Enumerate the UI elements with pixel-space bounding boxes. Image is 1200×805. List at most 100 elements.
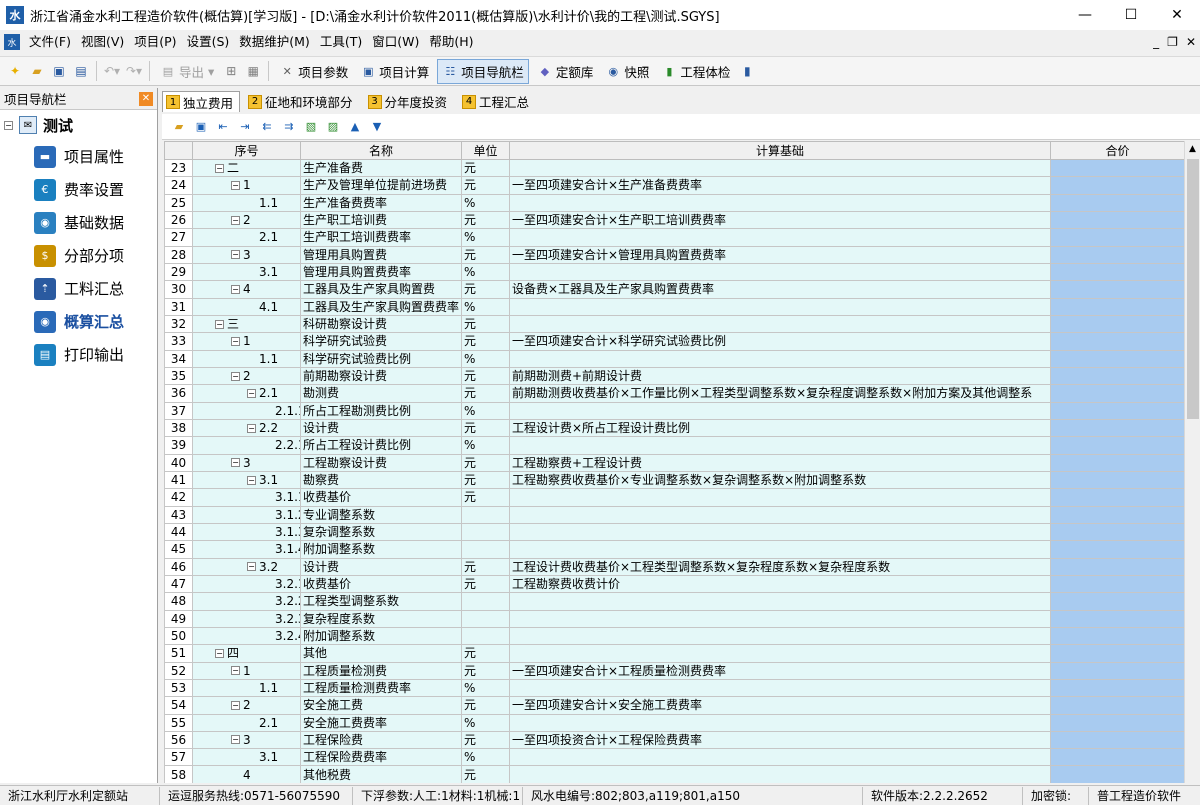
mdi-restore-icon[interactable]: ❐ [1167, 30, 1178, 54]
name-cell[interactable]: 工程保险费费率 [300, 748, 462, 767]
name-cell[interactable]: 生产准备费 [300, 158, 462, 178]
row-number[interactable]: 24 [164, 176, 193, 195]
name-cell[interactable]: 复杂调整系数 [300, 522, 462, 542]
name-cell[interactable]: 科学研究试验费比例 [300, 349, 462, 368]
total-cell[interactable] [1050, 280, 1184, 299]
formula-cell[interactable] [509, 262, 1051, 282]
name-cell[interactable]: 工程类型调整系数 [300, 592, 462, 611]
row-number[interactable]: 29 [164, 262, 193, 282]
table-row[interactable]: 50 3.2.4附加调整系数 [164, 626, 1184, 646]
row-number[interactable]: 45 [164, 540, 193, 559]
collapse-icon[interactable]: − [231, 250, 240, 260]
row-number[interactable]: 28 [164, 245, 193, 264]
total-cell[interactable] [1050, 574, 1184, 594]
collapse-icon[interactable]: − [247, 388, 256, 398]
nav-item[interactable]: ◉ 基础数据 [0, 206, 157, 239]
menu-item[interactable]: 项目(P) [129, 30, 181, 54]
open-icon[interactable]: ▰ [28, 62, 46, 80]
name-cell[interactable]: 其他 [300, 644, 462, 663]
unit-cell[interactable]: 元 [461, 176, 510, 195]
seq-cell[interactable]: −4 [192, 280, 301, 299]
total-cell[interactable] [1050, 349, 1184, 368]
unit-cell[interactable]: % [461, 748, 510, 767]
table-row[interactable]: 57 3.1 工程保险费费率% [164, 748, 1184, 767]
unit-cell[interactable]: 元 [461, 158, 510, 178]
table-row[interactable]: 26−2 生产职工培训费元一至四项建安合计×生产职工培训费费率 [164, 210, 1184, 230]
menu-item[interactable]: 设置(S) [182, 30, 235, 54]
table-row[interactable]: 42 3.1.1收费基价元 [164, 488, 1184, 507]
formula-cell[interactable] [509, 314, 1051, 334]
row-number[interactable]: 49 [164, 609, 193, 628]
row-number[interactable]: 35 [164, 366, 193, 386]
seq-cell[interactable]: 3.1.3 [192, 522, 301, 542]
table-row[interactable]: 56−3 工程保险费元一至四项投资合计×工程保险费费率 [164, 730, 1184, 750]
formula-cell[interactable] [509, 644, 1051, 663]
name-cell[interactable]: 生产职工培训费 [300, 210, 462, 230]
row-number[interactable]: 51 [164, 644, 193, 663]
unit-cell[interactable] [461, 505, 510, 524]
name-cell[interactable]: 所占工程勘测费比例 [300, 401, 462, 420]
formula-cell[interactable] [509, 158, 1051, 178]
name-cell[interactable]: 其他税费 [300, 765, 462, 783]
formula-cell[interactable]: 工程勘察费收费基价×专业调整系数×复杂调整系数×附加调整系数 [509, 470, 1051, 490]
tab[interactable]: 3 分年度投资 [364, 91, 455, 112]
indent-icon[interactable]: ⇉ [280, 119, 298, 135]
tab[interactable]: 1 独立费用 [162, 91, 241, 112]
tree-root[interactable]: − ✉ 测试 [0, 110, 157, 140]
unit-cell[interactable]: % [461, 297, 510, 316]
formula-cell[interactable] [509, 713, 1051, 732]
table-row[interactable]: 52−1 工程质量检测费元一至四项建安合计×工程质量检测费费率 [164, 661, 1184, 680]
row-number[interactable]: 39 [164, 436, 193, 455]
unit-cell[interactable]: 元 [461, 384, 510, 403]
table-row[interactable]: 48 3.2.2工程类型调整系数 [164, 592, 1184, 611]
seq-cell[interactable]: 1.1 [192, 349, 301, 368]
export-button[interactable]: ▤ 导出 ▾ [156, 60, 218, 83]
formula-cell[interactable] [509, 609, 1051, 628]
row-number[interactable]: 23 [164, 158, 193, 178]
close-icon[interactable]: ✕ [139, 91, 153, 106]
collapse-icon[interactable]: − [231, 735, 240, 745]
unit-cell[interactable]: 元 [461, 280, 510, 299]
table-row[interactable]: 55 2.1 安全施工费费率% [164, 713, 1184, 732]
table-row[interactable]: 38−2.2 设计费元工程设计费×所占工程设计费比例 [164, 418, 1184, 438]
unit-cell[interactable]: 元 [461, 557, 510, 576]
header-formula[interactable]: 计算基础 [509, 141, 1051, 160]
row-number[interactable]: 32 [164, 314, 193, 334]
total-cell[interactable] [1050, 297, 1184, 316]
table-row[interactable]: 49 3.2.3复杂程度系数 [164, 609, 1184, 628]
unit-cell[interactable]: 元 [461, 661, 510, 680]
row-number[interactable]: 42 [164, 488, 193, 507]
total-cell[interactable] [1050, 626, 1184, 646]
scroll-thumb[interactable] [1187, 159, 1199, 419]
name-cell[interactable]: 勘察费 [300, 470, 462, 490]
row-number[interactable]: 25 [164, 193, 193, 212]
unit-cell[interactable] [461, 609, 510, 628]
name-cell[interactable]: 工程勘察设计费 [300, 453, 462, 472]
total-cell[interactable] [1050, 158, 1184, 178]
name-cell[interactable]: 生产准备费费率 [300, 193, 462, 212]
formula-cell[interactable] [509, 678, 1051, 698]
nav-item[interactable]: € 费率设置 [0, 173, 157, 206]
seq-cell[interactable]: −1 [192, 332, 301, 351]
table-row[interactable]: 30−4 工器具及生产家具购置费元设备费×工器具及生产家具购置费费率 [164, 280, 1184, 299]
total-cell[interactable] [1050, 557, 1184, 576]
row-number[interactable]: 52 [164, 661, 193, 680]
quota-library-button[interactable]: ◆ 定额库 [533, 60, 598, 83]
row-number[interactable]: 27 [164, 228, 193, 247]
table-row[interactable]: 28−3 管理用具购置费元一至四项建安合计×管理用具购置费费率 [164, 245, 1184, 264]
total-cell[interactable] [1050, 540, 1184, 559]
move-up-icon[interactable]: ▲ [346, 119, 364, 135]
name-cell[interactable]: 科学研究试验费 [300, 332, 462, 351]
row-number[interactable]: 34 [164, 349, 193, 368]
formula-cell[interactable]: 工程设计费收费基价×工程类型调整系数×复杂程度系数×复杂程度系数 [509, 557, 1051, 576]
row-number[interactable]: 46 [164, 557, 193, 576]
table-row[interactable]: 58 4 其他税费元 [164, 765, 1184, 783]
formula-cell[interactable] [509, 522, 1051, 542]
header-unit[interactable]: 单位 [461, 141, 510, 160]
mdi-minimize-icon[interactable]: _ [1153, 30, 1159, 54]
redo-icon[interactable]: ↷▾ [125, 62, 143, 80]
maximize-button[interactable]: ☐ [1108, 0, 1154, 30]
seq-cell[interactable]: −1 [192, 661, 301, 680]
total-cell[interactable] [1050, 470, 1184, 490]
menu-item[interactable]: 窗口(W) [367, 30, 424, 54]
